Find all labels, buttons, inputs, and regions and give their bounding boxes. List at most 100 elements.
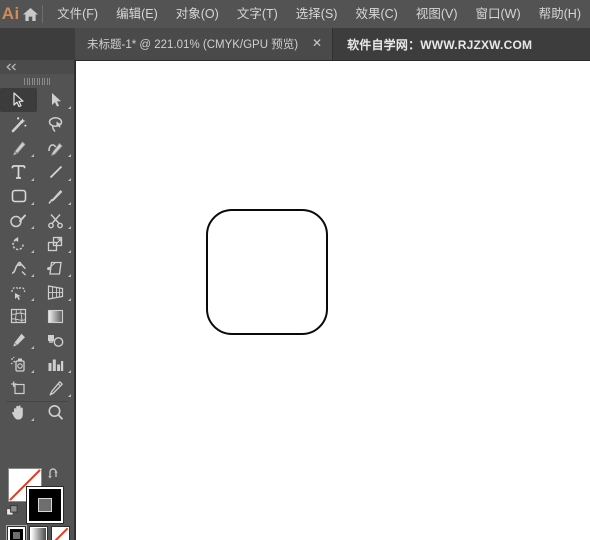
illustrator-window: Ai 文件(F) 编辑(E) 对象(O) 文字(T) 选择(S) 效果(C) 视… [0,0,590,540]
fill-stroke-controls [0,465,74,525]
tool-row [0,304,74,328]
tool-row [0,160,74,184]
rotate-tool[interactable] [0,232,37,256]
pen-tool[interactable] [0,136,37,160]
tool-row [0,184,74,208]
tool-expand-corner-icon [31,154,34,157]
selection-tool[interactable] [0,88,37,112]
tool-row [0,112,74,136]
scissors-tool[interactable] [37,208,74,232]
tool-row [0,400,74,424]
tool-expand-corner-icon [31,274,34,277]
panel-collapse-button[interactable] [0,60,74,74]
color-mode-buttons [6,525,70,540]
gradient-swatch-button[interactable] [29,526,48,540]
shape-builder-tool[interactable] [0,280,37,304]
home-icon[interactable] [22,7,40,22]
perspective-grid-tool[interactable] [37,280,74,304]
tool-row [0,280,74,304]
tool-expand-corner-icon [68,178,71,181]
menu-select[interactable]: 选择(S) [287,0,347,28]
gradient-tool[interactable] [37,304,74,328]
tool-expand-corner-icon [31,418,34,421]
lasso-tool[interactable] [37,112,74,136]
curvature-tool[interactable] [37,136,74,160]
gradient-swatch-inner [31,528,46,540]
stroke-swatch-center [38,498,52,512]
free-transform-tool[interactable] [37,256,74,280]
menu-object[interactable]: 对象(O) [167,0,228,28]
close-icon[interactable]: ✕ [310,37,324,51]
tool-expand-corner-icon [31,370,34,373]
app-logo: Ai [1,4,20,23]
watermark-text: 软件自学网：WWW.RJZXW.COM [347,37,533,52]
tool-expand-corner-icon [31,202,34,205]
default-fill-stroke-icon[interactable] [6,505,20,519]
menu-divider [41,5,43,23]
menu-file[interactable]: 文件(F) [48,0,107,28]
menu-edit[interactable]: 编辑(E) [107,0,167,28]
column-graph-tool[interactable] [37,352,74,376]
paintbrush-tool[interactable] [37,184,74,208]
magic-wand-tool[interactable] [0,112,37,136]
type-tool[interactable] [0,160,37,184]
tool-row [0,208,74,232]
color-swatch-core [13,532,20,539]
tool-row [0,328,74,352]
document-tab-label: 未标题-1* @ 221.01% (CMYK/GPU 预览) [87,39,299,51]
menu-bar: Ai 文件(F) 编辑(E) 对象(O) 文字(T) 选择(S) 效果(C) 视… [0,0,590,28]
tool-expand-corner-icon [31,346,34,349]
tool-expand-corner-icon [68,298,71,301]
hand-tool[interactable] [0,400,37,424]
none-swatch-button[interactable] [51,526,70,540]
menu-items: 文件(F) 编辑(E) 对象(O) 文字(T) 选择(S) 效果(C) 视图(V… [48,0,590,28]
zoom-tool[interactable] [37,400,74,424]
menu-window[interactable]: 窗口(W) [467,0,530,28]
tool-grid [0,88,74,424]
tool-expand-corner-icon [68,106,71,109]
tool-expand-corner-icon [68,250,71,253]
tool-expand-corner-icon [68,394,71,397]
tool-expand-corner-icon [31,250,34,253]
menu-type[interactable]: 文字(T) [228,0,287,28]
slice-tool[interactable] [37,376,74,400]
shaper-tool[interactable] [0,208,37,232]
tools-panel [0,60,75,540]
rectangle-tool[interactable] [0,184,37,208]
menu-help[interactable]: 帮助(H) [530,0,590,28]
color-swatch-button[interactable] [6,525,27,540]
tool-row [0,136,74,160]
tool-expand-corner-icon [31,226,34,229]
artboard-canvas[interactable] [75,60,590,540]
tool-expand-corner-icon [68,370,71,373]
tool-expand-corner-icon [68,202,71,205]
tool-row [0,352,74,376]
rounded-rectangle-shape[interactable] [206,209,328,335]
eyedropper-tool[interactable] [0,328,37,352]
tool-expand-corner-icon [68,226,71,229]
symbol-sprayer-tool[interactable] [0,352,37,376]
scale-tool[interactable] [37,232,74,256]
tool-expand-corner-icon [68,274,71,277]
direct-selection-tool[interactable] [37,88,74,112]
stroke-swatch[interactable] [27,487,63,523]
document-tab-bar: 未标题-1* @ 221.01% (CMYK/GPU 预览) ✕ 软件自学网：W… [0,28,590,60]
menu-view[interactable]: 视图(V) [407,0,467,28]
tool-expand-corner-icon [31,298,34,301]
panel-grip-handle[interactable] [0,74,74,88]
tool-row [0,256,74,280]
tab-bar-left-spacer [0,28,75,60]
blend-tool[interactable] [37,328,74,352]
width-tool[interactable] [0,256,37,280]
mesh-tool[interactable] [0,304,37,328]
tool-row [0,232,74,256]
swap-fill-stroke-icon[interactable] [47,467,61,481]
menu-effect[interactable]: 效果(C) [346,0,406,28]
line-segment-tool[interactable] [37,160,74,184]
artboard-tool[interactable] [0,376,37,400]
tool-expand-corner-icon [31,178,34,181]
document-tab[interactable]: 未标题-1* @ 221.01% (CMYK/GPU 预览) ✕ [75,28,334,60]
tool-row [0,376,74,400]
tool-expand-corner-icon [68,154,71,157]
tool-row [0,88,74,112]
